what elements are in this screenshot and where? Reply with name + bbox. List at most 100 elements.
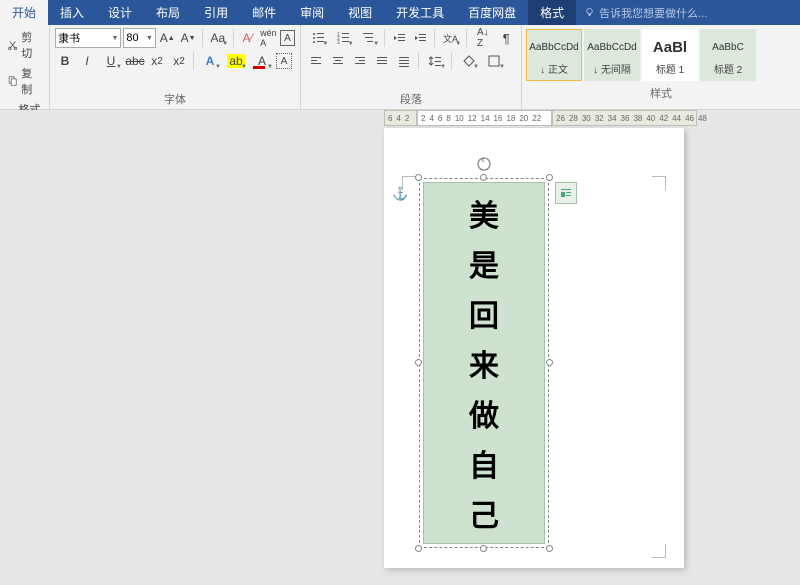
text-direction-button[interactable]: 文A▼: [439, 28, 462, 48]
text-box-selection[interactable]: 美 是 回 来 做 自 己: [419, 178, 549, 548]
document-canvas[interactable]: 642 246810121416182022 26283032343638404…: [0, 110, 800, 585]
resize-handle-tm[interactable]: [480, 174, 487, 181]
tab-format[interactable]: 格式: [528, 0, 576, 25]
group-clipboard: 剪切 复制 格式刷 板: [0, 25, 50, 109]
resize-handle-ml[interactable]: [415, 359, 422, 366]
subscript-button[interactable]: x2: [147, 51, 167, 71]
styles-group-label: 样式: [522, 85, 800, 103]
rotate-handle[interactable]: [476, 156, 492, 172]
text-char: 是: [469, 241, 499, 285]
text-char: 来: [469, 341, 499, 385]
borders-button[interactable]: ▼: [482, 51, 506, 71]
font-group-label: 字体: [50, 91, 300, 109]
text-box-content[interactable]: 美 是 回 来 做 自 己: [423, 182, 545, 544]
strikethrough-button[interactable]: abc: [125, 51, 145, 71]
style-name-label: 标题 2: [714, 61, 742, 76]
tab-review[interactable]: 审阅: [288, 0, 336, 25]
style-preview: AaBbCcDd: [587, 35, 636, 61]
highlight-button[interactable]: ab▼: [224, 51, 248, 71]
multilevel-list-button[interactable]: ▼: [357, 28, 380, 48]
menu-bar: 开始 插入 设计 布局 引用 邮件 审阅 视图 开发工具 百度网盘 格式 告诉我…: [0, 0, 800, 25]
distribute-button[interactable]: [394, 51, 414, 71]
paragraph-group-label: 段落: [301, 91, 521, 109]
resize-handle-tr[interactable]: [546, 174, 553, 181]
lightbulb-icon: [584, 7, 595, 18]
resize-handle-bl[interactable]: [415, 545, 422, 552]
document-page[interactable]: ⚓ 美 是 回 来 做 自 己: [384, 128, 684, 568]
style-name-label: ↓ 正文: [540, 61, 568, 76]
align-left-icon: [309, 54, 323, 68]
bullets-button[interactable]: ▼: [306, 28, 329, 48]
numbering-button[interactable]: 123▼: [331, 28, 354, 48]
style-preview: AaBbCcDd: [529, 35, 578, 61]
tab-developer[interactable]: 开发工具: [384, 0, 456, 25]
font-size-value: 80: [126, 32, 138, 44]
decrease-indent-button[interactable]: [389, 28, 408, 48]
character-shading-button[interactable]: A: [276, 53, 292, 69]
style-heading2[interactable]: AaBbC 标题 2: [700, 29, 756, 81]
margin-corner-icon: [652, 544, 666, 558]
resize-handle-tl[interactable]: [415, 174, 422, 181]
tab-design[interactable]: 设计: [96, 0, 144, 25]
distribute-icon: [397, 54, 411, 68]
resize-handle-mr[interactable]: [546, 359, 553, 366]
align-left-button[interactable]: [306, 51, 326, 71]
cut-button[interactable]: 剪切: [5, 28, 44, 62]
style-preview: AaBl: [653, 35, 687, 61]
shading-button[interactable]: ▼: [456, 51, 480, 71]
tab-view[interactable]: 视图: [336, 0, 384, 25]
style-no-spacing[interactable]: AaBbCcDd ↓ 无间隔: [584, 29, 640, 81]
style-normal[interactable]: AaBbCcDd ↓ 正文: [526, 29, 582, 81]
cut-label: 剪切: [21, 29, 42, 61]
sort-button[interactable]: A↓Z: [471, 28, 494, 48]
bold-button[interactable]: B: [55, 51, 75, 71]
align-center-icon: [331, 54, 345, 68]
tab-mailings[interactable]: 邮件: [240, 0, 288, 25]
shrink-font-button[interactable]: A▼: [179, 28, 198, 48]
show-marks-button[interactable]: ¶: [497, 28, 516, 48]
justify-button[interactable]: [372, 51, 392, 71]
style-heading1[interactable]: AaBl 标题 1: [642, 29, 698, 81]
character-border-button[interactable]: A: [280, 30, 295, 46]
superscript-button[interactable]: x2: [169, 51, 189, 71]
italic-button[interactable]: I: [77, 51, 97, 71]
justify-icon: [375, 54, 389, 68]
resize-handle-bm[interactable]: [480, 545, 487, 552]
style-name-label: 标题 1: [656, 61, 684, 76]
change-case-button[interactable]: Aa▼: [206, 28, 229, 48]
clear-formatting-button[interactable]: A⁄: [238, 28, 257, 48]
resize-handle-br[interactable]: [546, 545, 553, 552]
indent-icon: [413, 31, 427, 45]
grow-font-button[interactable]: A▲: [158, 28, 177, 48]
font-size-select[interactable]: 80▼: [123, 28, 155, 48]
anchor-icon: ⚓: [392, 186, 408, 202]
font-name-value: 隶书: [58, 30, 80, 46]
text-effects-button[interactable]: A▼: [198, 51, 222, 71]
align-right-button[interactable]: [350, 51, 370, 71]
font-name-select[interactable]: 隶书▼: [55, 28, 121, 48]
font-color-button[interactable]: A▼: [250, 51, 274, 71]
increase-indent-button[interactable]: [410, 28, 429, 48]
style-name-label: ↓ 无间隔: [593, 61, 631, 76]
scissors-icon: [7, 39, 18, 51]
tab-home[interactable]: 开始: [0, 0, 48, 25]
phonetic-guide-button[interactable]: wénA: [259, 28, 278, 48]
group-font: 隶书▼ 80▼ A▲ A▼ Aa▼ A⁄ wénA A B I U▼ abc x…: [50, 25, 301, 109]
tab-baidu[interactable]: 百度网盘: [456, 0, 528, 25]
ruler-margin-left: 642: [384, 110, 417, 126]
tab-references[interactable]: 引用: [192, 0, 240, 25]
tell-me-search[interactable]: 告诉我您想要做什么...: [576, 0, 707, 25]
align-center-button[interactable]: [328, 51, 348, 71]
horizontal-ruler[interactable]: 642 246810121416182022 26283032343638404…: [384, 110, 697, 126]
group-paragraph: ▼ 123▼ ▼ 文A▼ A↓Z ¶ ▼ ▼: [301, 25, 522, 109]
layout-options-button[interactable]: [555, 182, 577, 204]
svg-text:3: 3: [337, 40, 340, 45]
line-spacing-button[interactable]: ▼: [423, 51, 447, 71]
copy-button[interactable]: 复制: [5, 64, 44, 98]
tab-insert[interactable]: 插入: [48, 0, 96, 25]
align-right-icon: [353, 54, 367, 68]
ribbon: 剪切 复制 格式刷 板 隶书▼ 80▼ A▲ A▼ Aa▼ A⁄: [0, 25, 800, 110]
copy-label: 复制: [21, 65, 42, 97]
tab-layout[interactable]: 布局: [144, 0, 192, 25]
underline-button[interactable]: U▼: [99, 51, 123, 71]
